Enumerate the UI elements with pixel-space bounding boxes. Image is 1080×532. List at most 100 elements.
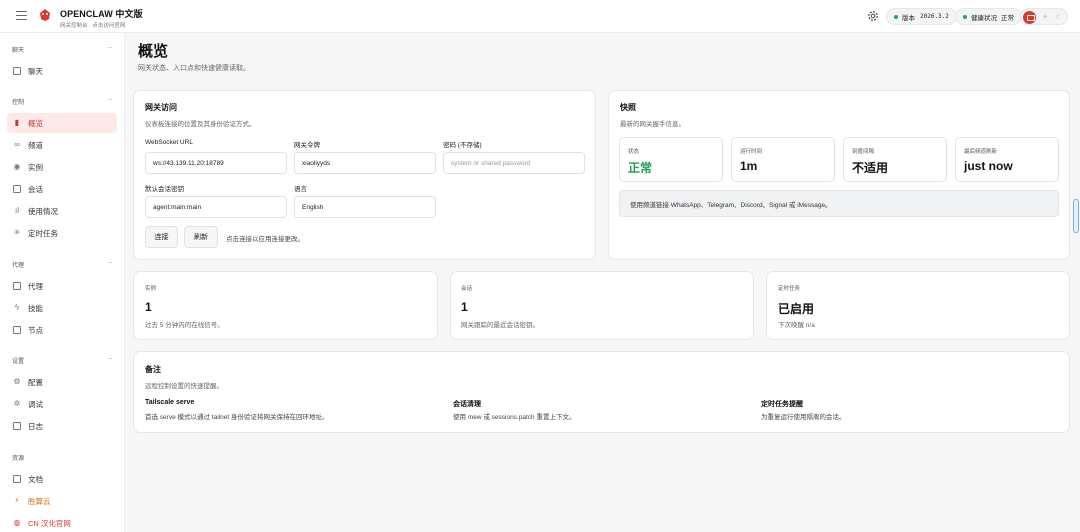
collapse-icon: –: [108, 45, 112, 51]
brand-title: OPENCLAW 中文版: [60, 9, 143, 19]
language-label: 语言: [294, 186, 307, 193]
metric-card-instances: [133, 271, 438, 340]
lobster-logo-icon: [40, 9, 50, 21]
folder-icon: [13, 282, 21, 290]
sidebar-item-instances[interactable]: ◉ 实例: [7, 157, 117, 177]
stat-value: 1m: [740, 159, 758, 173]
metric-desc: 网关跟踪的最近会话密钥。: [461, 322, 539, 329]
group-label: 聊天: [12, 48, 25, 54]
collapse-icon: –: [108, 356, 112, 362]
sidebar-item-cron[interactable]: ✳ 定时任务: [7, 223, 117, 243]
collapse-icon: –: [108, 260, 112, 266]
group-label: 代理: [12, 263, 25, 269]
note-item-desc: 为重复运行使用隔离的会话。: [761, 414, 846, 421]
settings-icon: ⚙: [13, 377, 21, 386]
sidebar-group-agents[interactable]: 代理 –: [12, 260, 112, 269]
loader-icon: ✳: [13, 228, 21, 237]
sidebar-item-sessions[interactable]: 会话: [7, 179, 117, 199]
stat-uptime: 运行时间 1m: [731, 137, 835, 182]
gateway-subtitle: 仪表板连接的位置及其身份验证方式。: [145, 121, 256, 128]
sidebar-item-cn-site[interactable]: ◍ CN 汉化官网: [7, 513, 117, 532]
gear-icon[interactable]: [866, 9, 880, 23]
metric-label: 实例: [145, 286, 157, 292]
link-icon: ∞: [14, 140, 20, 149]
stat-label: 最后频道刷新: [964, 149, 998, 155]
sidebar-item-logs[interactable]: 日志: [7, 416, 117, 436]
group-label: 资源: [12, 456, 25, 462]
sidebar-item-overview[interactable]: ▮ 概览: [7, 113, 117, 133]
sidebar-item-label: 聊天: [28, 66, 43, 76]
sidebar-item-nodes[interactable]: 节点: [7, 320, 117, 340]
sidebar-item-label: 概览: [28, 118, 43, 128]
scrollbar-thumb[interactable]: [1073, 199, 1079, 233]
stat-label: 状态: [628, 149, 640, 155]
password-input[interactable]: system or shared password: [443, 152, 585, 174]
bar-chart-icon: ▮: [14, 118, 20, 127]
page-title: 概览: [138, 43, 169, 60]
sidebar-item-label: 文档: [28, 474, 43, 484]
sidebar-item-agents[interactable]: 代理: [7, 276, 117, 296]
theme-toggle: ☀ ☾: [1020, 8, 1068, 25]
language-select[interactable]: English: [294, 196, 436, 218]
snapshot-subtitle: 最新的网关握手信息。: [620, 121, 685, 128]
stat-status: 状态 正常: [619, 137, 723, 182]
menu-icon[interactable]: [16, 10, 27, 21]
status-dot-icon: [963, 14, 967, 19]
sidebar-item-label: 代理: [28, 281, 43, 291]
sidebar-item-label: 调试: [28, 399, 43, 409]
sidebar-item-label: 实例: [28, 162, 43, 172]
page-subtitle: 网关状态、入口点和快速健康读取。: [138, 65, 250, 72]
metric-desc: 下次唤醒 n/a: [778, 322, 815, 329]
moon-icon[interactable]: ☾: [1056, 13, 1062, 21]
status-dot-icon: [894, 14, 898, 19]
stat-label: 刻度间隔: [852, 149, 875, 155]
metric-value: 1: [461, 300, 468, 314]
sidebar-item-label: CN 汉化官网: [28, 518, 71, 528]
top-bar: OPENCLAW 中文版 网关控制台 · 点击访问官网 版本 2026.3.2 …: [0, 0, 1080, 33]
version-badge: 版本 2026.3.2: [886, 8, 957, 25]
sidebar-item-label: 胜算云: [28, 496, 51, 506]
connect-hint: 点击连接以应用连接更改。: [226, 236, 304, 243]
password-label: 密码 (不存储): [443, 142, 482, 149]
session-key-input[interactable]: agent:main:main: [145, 196, 287, 218]
brand[interactable]: OPENCLAW 中文版 网关控制台 · 点击访问官网: [60, 7, 143, 29]
metric-label: 会话: [461, 286, 473, 292]
note-item-title: Tailscale serve: [145, 399, 195, 406]
sidebar-item-label: 日志: [28, 421, 43, 431]
sidebar-group-settings[interactable]: 设置 –: [12, 356, 112, 365]
connect-button[interactable]: 连接: [145, 226, 178, 248]
sidebar: 聊天 – 聊天 控制 – ▮ 概览 ∞ 频道 ◉ 实例 会话 ıl 使用情况 ✳ 定时任务 代…: [0, 33, 125, 532]
session-key-label: 默认会话密钥: [145, 186, 184, 193]
zap-icon: ϟ: [14, 303, 20, 312]
sidebar-group-chat[interactable]: 聊天 –: [12, 45, 112, 54]
sidebar-item-config[interactable]: ⚙ 配置: [7, 372, 117, 392]
metric-value: 1: [145, 300, 152, 314]
sun-icon[interactable]: ☀: [1042, 13, 1048, 21]
stat-tick-interval: 刻度间隔 不适用: [843, 137, 947, 182]
sidebar-item-label: 频道: [28, 140, 43, 150]
sidebar-item-label: 节点: [28, 325, 43, 335]
sidebar-group-control[interactable]: 控制 –: [12, 97, 112, 106]
monitor-icon[interactable]: [1023, 10, 1036, 24]
sidebar-item-skills[interactable]: ϟ 技能: [7, 298, 117, 318]
sidebar-item-label: 使用情况: [28, 206, 58, 216]
monitor-icon: [13, 326, 21, 334]
sidebar-item-usage[interactable]: ıl 使用情况: [7, 201, 117, 221]
websocket-url-input[interactable]: ws://43.139.11.20:18789: [145, 152, 287, 174]
notes-title: 备注: [145, 365, 161, 374]
sidebar-group-resources[interactable]: 资源: [12, 453, 112, 462]
group-label: 控制: [12, 100, 25, 106]
sidebar-item-shengsuanyun[interactable]: ⚡ 胜算云: [7, 491, 117, 511]
sidebar-item-debug[interactable]: ✲ 调试: [7, 394, 117, 414]
refresh-button[interactable]: 刷新: [184, 226, 218, 248]
sidebar-item-channels[interactable]: ∞ 频道: [7, 135, 117, 155]
gateway-token-input[interactable]: xiaoliyyds: [294, 152, 436, 174]
health-label: 健康状况: [971, 14, 997, 22]
brand-subtitle: 网关控制台 · 点击访问官网: [60, 23, 126, 29]
sidebar-item-chat[interactable]: 聊天: [7, 61, 117, 81]
stat-value: 不适用: [852, 161, 889, 175]
token-label: 网关令牌: [294, 142, 320, 149]
gateway-title: 网关访问: [145, 103, 177, 112]
book-icon: [13, 475, 21, 483]
sidebar-item-docs[interactable]: 文档: [7, 469, 117, 489]
